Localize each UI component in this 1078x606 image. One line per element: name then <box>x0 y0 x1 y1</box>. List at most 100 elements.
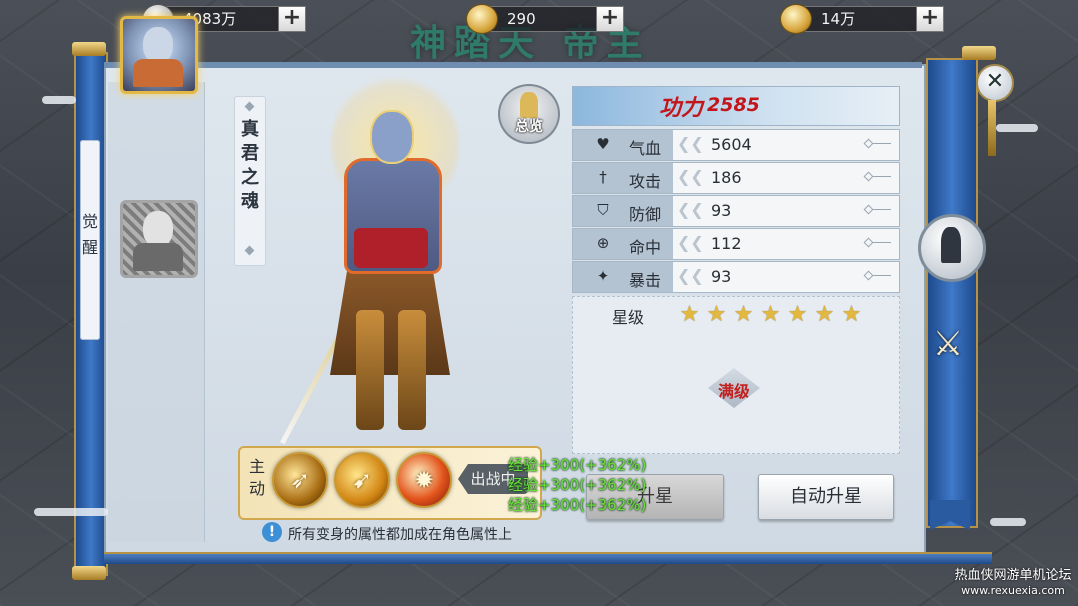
hero-sash <box>354 228 428 268</box>
star-icon: ★ <box>760 302 781 327</box>
currency-amount-bound-gold: 14万 <box>798 6 934 32</box>
star-icon: ★ <box>841 302 862 327</box>
shield-icon: ⛉ <box>597 201 609 219</box>
diamond-ornament <box>244 101 255 112</box>
scroll-cap-top-left <box>72 42 106 56</box>
form-name: 真 君 之 魂 <box>234 96 266 266</box>
stat-row-defense: ⛉ 防御 ❮❮ 93 <box>572 195 900 227</box>
star-level-label: 星级 <box>612 308 645 327</box>
chevron-icon: ❮❮ <box>677 167 704 186</box>
active-skill-tag: 主动 <box>248 457 265 498</box>
panel-top-rail <box>104 62 922 68</box>
form-list <box>108 82 205 542</box>
exp-gain-text: 经验+300(+362%) <box>508 476 647 494</box>
form-name-char: 真 <box>241 119 259 140</box>
stat-row-crit: ✦ 暴击 ❮❮ 93 <box>572 261 900 293</box>
star-rating: ★ ★ ★ ★ ★ ★ ★ <box>676 302 865 327</box>
gold-ingot-icon <box>466 4 498 34</box>
flame-burst-icon: ✹ <box>413 466 435 494</box>
star-icon: ★ <box>706 302 727 327</box>
overview-label: 总览 <box>515 119 543 135</box>
chevron-icon: ❮❮ <box>677 200 704 219</box>
portrait-face <box>143 211 173 247</box>
stat-name: 暴击 <box>629 271 662 290</box>
cloud-decoration <box>34 508 108 516</box>
buy-bound-gold-button[interactable]: + <box>916 6 944 32</box>
stat-name: 气血 <box>629 139 662 158</box>
close-button[interactable]: ✕ <box>976 64 1014 102</box>
exp-gain-text: 经验+300(+362%) <box>508 496 647 514</box>
hero-armor-skirt <box>330 265 450 375</box>
portrait-face <box>143 27 173 63</box>
cloud-decoration <box>42 96 76 104</box>
star-icon: ★ <box>787 302 808 327</box>
form-name-char: 君 <box>241 143 259 164</box>
blade-icon: ➹ <box>351 466 373 494</box>
tab-awaken[interactable]: 觉 醒 <box>80 140 100 340</box>
cloud-decoration <box>996 124 1038 132</box>
watermark-line2: www.rexuexia.com <box>961 584 1065 597</box>
transform-tab-button[interactable] <box>918 214 986 282</box>
stat-value: 112 <box>711 234 742 253</box>
scroll-ribbon-right <box>926 58 978 528</box>
portrait-body <box>133 59 183 87</box>
stat-name: 命中 <box>629 238 662 257</box>
tab-awaken-char: 觉 <box>81 212 98 231</box>
auto-star-up-button[interactable]: 自动升星 <box>758 474 894 520</box>
figure-icon <box>941 227 961 263</box>
stat-name: 攻击 <box>629 172 662 191</box>
arrows-icon: ➶ <box>289 466 311 494</box>
form-portrait-locked[interactable] <box>120 200 198 278</box>
stat-row-accuracy: ⊕ 命中 ❮❮ 112 <box>572 228 900 260</box>
currency-bound-gold: 14万 + <box>780 4 946 34</box>
stat-row-attack: † 攻击 ❮❮ 186 <box>572 162 900 194</box>
form-name-char: 魂 <box>241 191 259 212</box>
scroll-cap-top-right <box>962 46 996 60</box>
star-icon: ★ <box>814 302 835 327</box>
stat-value: 5604 <box>711 135 752 154</box>
skill-arrows[interactable]: ➶ <box>272 452 328 508</box>
hero-leg <box>356 310 384 430</box>
chevron-icon: ❮❮ <box>677 266 704 285</box>
stat-name: 防御 <box>629 205 662 224</box>
row-ornament <box>869 176 891 177</box>
row-ornament <box>869 275 891 276</box>
combat-power: 功力 2585 <box>572 86 900 126</box>
gold-ingot-icon <box>780 4 812 34</box>
row-ornament <box>869 143 891 144</box>
scroll-cap-bottom-left <box>72 566 106 580</box>
skill-flame[interactable]: ✹ <box>396 452 452 508</box>
scroll-rod-bottom <box>104 552 992 564</box>
hero-leg <box>398 310 426 430</box>
combat-power-label: 功力 <box>659 95 704 121</box>
buy-silver-button[interactable]: + <box>278 6 306 32</box>
overview-button[interactable]: 总览 <box>498 84 560 144</box>
swords-icon[interactable]: ⚔ <box>926 322 970 366</box>
tassel-ornament <box>988 100 996 156</box>
buy-gold-button[interactable]: + <box>596 6 624 32</box>
watermark-line1: 热血侠网游单机论坛 <box>954 568 1072 583</box>
star-icon: ★ <box>679 302 700 327</box>
skill-blade[interactable]: ➹ <box>334 452 390 508</box>
figure-icon <box>520 92 538 118</box>
hero-model <box>270 70 510 450</box>
combat-power-value: 2585 <box>707 94 760 116</box>
heart-icon: ♥ <box>596 135 610 153</box>
watermark: 热血侠网游单机论坛 www.rexuexia.com <box>950 568 1076 598</box>
chevron-icon: ❮❮ <box>677 233 704 252</box>
stat-value: 93 <box>711 201 732 220</box>
row-ornament <box>869 242 891 243</box>
stat-row-hp: ♥ 气血 ❮❮ 5604 <box>572 129 900 161</box>
exp-gain-text: 经验+300(+362%) <box>508 456 647 474</box>
chevron-icon: ❮❮ <box>677 134 704 153</box>
stat-value: 93 <box>711 267 732 286</box>
currency-gold: 290 + <box>466 4 628 34</box>
hero-head <box>370 110 414 164</box>
currency-amount-gold: 290 <box>484 6 614 32</box>
flame-icon: ✦ <box>596 267 610 285</box>
form-portrait-selected[interactable] <box>120 16 198 94</box>
form-name-char: 之 <box>241 167 259 188</box>
crosshair-icon: ⊕ <box>596 234 610 252</box>
stat-value: 186 <box>711 168 742 187</box>
attribute-tip-text: 所有变身的属性都加成在角色属性上 <box>288 527 512 543</box>
